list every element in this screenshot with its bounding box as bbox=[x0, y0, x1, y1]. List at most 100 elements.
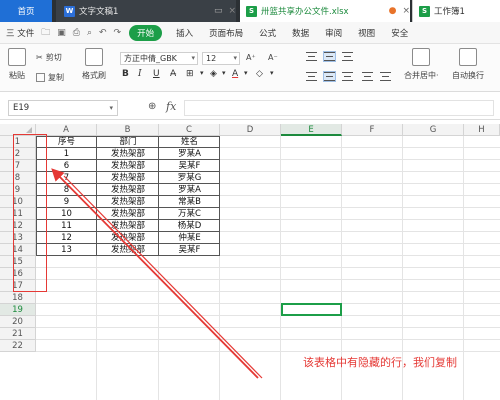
desktop-icon[interactable]: ▭ bbox=[214, 6, 223, 16]
clear-format-icon[interactable]: ◇ bbox=[256, 69, 263, 79]
copy-button[interactable]: 复制 bbox=[36, 72, 64, 83]
open-file-icon[interactable]: 🗀 bbox=[41, 25, 50, 41]
table-row-border bbox=[36, 183, 220, 184]
tab-spreadsheet-close-icon[interactable]: × bbox=[402, 6, 410, 16]
row-header-20[interactable]: 20 bbox=[0, 316, 36, 328]
name-box[interactable]: E19 ▾ bbox=[8, 100, 118, 116]
menu-page-layout-tab[interactable]: 页面布局 bbox=[209, 27, 243, 39]
column-header-c[interactable]: C bbox=[159, 124, 220, 136]
tab-spreadsheet-label: 卅篮共享办公文件.xlsx bbox=[261, 7, 349, 17]
merge-center-label: 合并居中· bbox=[404, 71, 439, 80]
copy-icon bbox=[36, 73, 45, 82]
formula-input[interactable] bbox=[184, 100, 494, 116]
ribbon-toolbar: 粘贴 ✂ 剪切 复制 格式刷 方正中倩_GBK ▾ 12 ▾ A⁺ A⁻ B I… bbox=[0, 44, 500, 92]
chevron-down-icon[interactable]: ▾ bbox=[200, 69, 204, 77]
menu-insert-tab[interactable]: 插入 bbox=[176, 27, 193, 39]
align-bottom-icon[interactable] bbox=[342, 52, 353, 61]
row-header-18[interactable]: 18 bbox=[0, 292, 36, 304]
table-row-border bbox=[36, 171, 220, 172]
table-cell[interactable]: 发热架部 bbox=[97, 244, 159, 256]
annotation-text: 该表格中有隐藏的行，我们复制 bbox=[303, 356, 457, 369]
copy-label: 复制 bbox=[48, 73, 64, 82]
shrink-font-button[interactable]: A⁻ bbox=[268, 53, 278, 62]
row-gridline bbox=[36, 303, 500, 304]
format-painter-button[interactable]: 格式刷 bbox=[82, 48, 106, 81]
undo-icon[interactable]: ↶ bbox=[99, 28, 107, 38]
paste-button[interactable]: 粘贴 bbox=[8, 48, 26, 81]
border-icon[interactable]: ⊞ bbox=[186, 69, 194, 79]
merge-center-button[interactable]: 合并居中· bbox=[404, 48, 439, 81]
align-left-icon[interactable] bbox=[306, 72, 317, 81]
file-menu[interactable]: 三 文件 bbox=[6, 27, 34, 39]
tab-document[interactable]: W 文字文稿1 ▭ × bbox=[56, 0, 236, 22]
chevron-down-icon: ▾ bbox=[191, 54, 195, 62]
writer-doc-icon: W bbox=[64, 5, 75, 17]
column-header-h[interactable]: H bbox=[464, 124, 500, 136]
menu-data-tab[interactable]: 数据 bbox=[292, 27, 309, 39]
column-header-f[interactable]: F bbox=[342, 124, 403, 136]
table-column-border bbox=[158, 136, 159, 256]
table-column-border bbox=[96, 136, 97, 256]
menu-view-tab[interactable]: 视图 bbox=[358, 27, 375, 39]
align-center-icon[interactable] bbox=[323, 71, 336, 82]
font-name-value: 方正中倩_GBK bbox=[124, 54, 177, 63]
tab-home[interactable]: 首页 bbox=[0, 0, 52, 22]
align-top-icon[interactable] bbox=[306, 52, 317, 61]
cell-reference: E19 bbox=[13, 103, 30, 113]
tab-workbook[interactable]: S 工作簿1 bbox=[412, 0, 500, 22]
font-size-select[interactable]: 12 ▾ bbox=[202, 52, 240, 65]
row-header-19[interactable]: 19 bbox=[0, 304, 36, 316]
row-header-21[interactable]: 21 bbox=[0, 328, 36, 340]
selected-cell-e19[interactable] bbox=[281, 303, 342, 316]
cut-label: 剪切 bbox=[45, 53, 62, 62]
chevron-down-icon[interactable]: ▾ bbox=[222, 69, 226, 77]
italic-button[interactable]: I bbox=[138, 69, 142, 79]
underline-button[interactable]: U bbox=[153, 69, 160, 79]
function-icon[interactable]: fx bbox=[166, 100, 176, 113]
column-header-g[interactable]: G bbox=[403, 124, 464, 136]
tab-spreadsheet-active[interactable]: S 卅篮共享办公文件.xlsx ● × bbox=[240, 0, 410, 22]
merge-cells-icon bbox=[412, 48, 431, 66]
column-header-e[interactable]: E bbox=[281, 124, 342, 136]
table-row-border bbox=[36, 231, 220, 232]
row-gridline bbox=[36, 327, 500, 328]
column-header-d[interactable]: D bbox=[220, 124, 281, 136]
grow-font-button[interactable]: A⁺ bbox=[246, 53, 256, 62]
redo-icon[interactable]: ↷ bbox=[114, 28, 122, 38]
bold-button[interactable]: B bbox=[122, 69, 129, 79]
row-header-22[interactable]: 22 bbox=[0, 340, 36, 352]
outdent-icon[interactable] bbox=[380, 72, 391, 81]
wrap-text-button[interactable]: 自动换行 bbox=[452, 48, 484, 81]
menu-review-tab[interactable]: 审阅 bbox=[325, 27, 342, 39]
table-cell[interactable]: 吴某F bbox=[159, 244, 220, 256]
font-name-select[interactable]: 方正中倩_GBK ▾ bbox=[120, 52, 198, 65]
chevron-down-icon[interactable]: ▾ bbox=[270, 69, 274, 77]
strikethrough-icon[interactable]: A̶ bbox=[170, 69, 176, 79]
cut-button[interactable]: ✂ 剪切 bbox=[36, 52, 62, 63]
zoom-icon[interactable]: ⊕ bbox=[148, 101, 156, 112]
menu-formula-tab[interactable]: 公式 bbox=[259, 27, 276, 39]
indent-icon[interactable] bbox=[362, 72, 373, 81]
row-gridline bbox=[36, 291, 500, 292]
font-color-icon[interactable]: A bbox=[232, 69, 238, 79]
chevron-down-icon: ▾ bbox=[233, 54, 237, 62]
align-middle-icon[interactable] bbox=[323, 51, 336, 62]
tab-document-close-icon[interactable]: × bbox=[228, 6, 236, 16]
row-gridline bbox=[36, 279, 500, 280]
table-row-border bbox=[36, 159, 220, 160]
print-icon[interactable]: ⎙ bbox=[73, 28, 80, 38]
row-gridline bbox=[36, 351, 500, 352]
menu-security-tab[interactable]: 安全 bbox=[391, 27, 408, 39]
preview-icon[interactable]: ⌕ bbox=[87, 28, 92, 38]
fill-color-icon[interactable]: ◈ bbox=[210, 69, 217, 79]
table-row-border bbox=[36, 243, 220, 244]
row-gridline bbox=[36, 339, 500, 340]
chevron-down-icon[interactable]: ▾ bbox=[244, 69, 248, 77]
table-row-border bbox=[36, 195, 220, 196]
menu-start-tab[interactable]: 开始 bbox=[129, 24, 163, 41]
column-header-b[interactable]: B bbox=[97, 124, 159, 136]
tab-bar: 首页 W 文字文稿1 ▭ × S 卅篮共享办公文件.xlsx ● × S 工作簿… bbox=[0, 0, 500, 22]
align-right-icon[interactable] bbox=[342, 72, 353, 81]
save-icon[interactable]: ▣ bbox=[57, 28, 66, 38]
cloud-sync-icon: ● bbox=[388, 6, 397, 16]
